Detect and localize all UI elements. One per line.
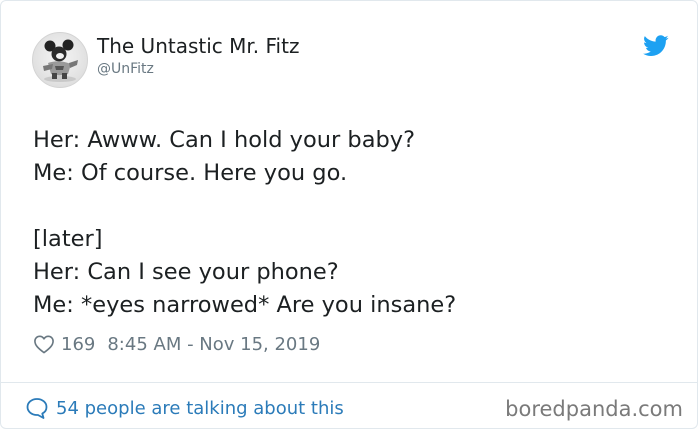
speech-bubble-icon bbox=[25, 396, 49, 420]
heart-icon[interactable] bbox=[33, 334, 55, 354]
twitter-bird-icon[interactable] bbox=[643, 35, 669, 57]
avatar[interactable] bbox=[32, 32, 88, 88]
tweet-line: [later] bbox=[33, 226, 103, 252]
author-display-name[interactable]: The Untastic Mr. Fitz bbox=[97, 35, 299, 57]
footer-divider bbox=[1, 382, 697, 383]
tweet-line: Her: Can I see your phone? bbox=[33, 259, 339, 285]
tweet-text: Her: Awww. Can I hold your baby? Me: Of … bbox=[33, 124, 673, 322]
tweet-card: The Untastic Mr. Fitz @UnFitz Her: Awww.… bbox=[0, 0, 698, 429]
like-count[interactable]: 169 bbox=[61, 334, 95, 355]
tweet-line: Me: Of course. Here you go. bbox=[33, 160, 348, 186]
tweet-line: Me: *eyes narrowed* Are you insane? bbox=[33, 292, 457, 318]
author-handle[interactable]: @UnFitz bbox=[97, 61, 154, 77]
tweet-header: The Untastic Mr. Fitz @UnFitz bbox=[1, 1, 697, 101]
tweet-timestamp[interactable]: 8:45 AM - Nov 15, 2019 bbox=[107, 334, 320, 355]
conversation-link[interactable]: 54 people are talking about this bbox=[25, 395, 344, 421]
watermark: boredpanda.com bbox=[505, 397, 683, 421]
conversation-count-text[interactable]: 54 people are talking about this bbox=[56, 398, 344, 419]
tweet-line: Her: Awww. Can I hold your baby? bbox=[33, 127, 416, 153]
avatar-illustration-icon bbox=[43, 39, 78, 82]
tweet-meta: 169 8:45 AM - Nov 15, 2019 bbox=[33, 332, 320, 356]
